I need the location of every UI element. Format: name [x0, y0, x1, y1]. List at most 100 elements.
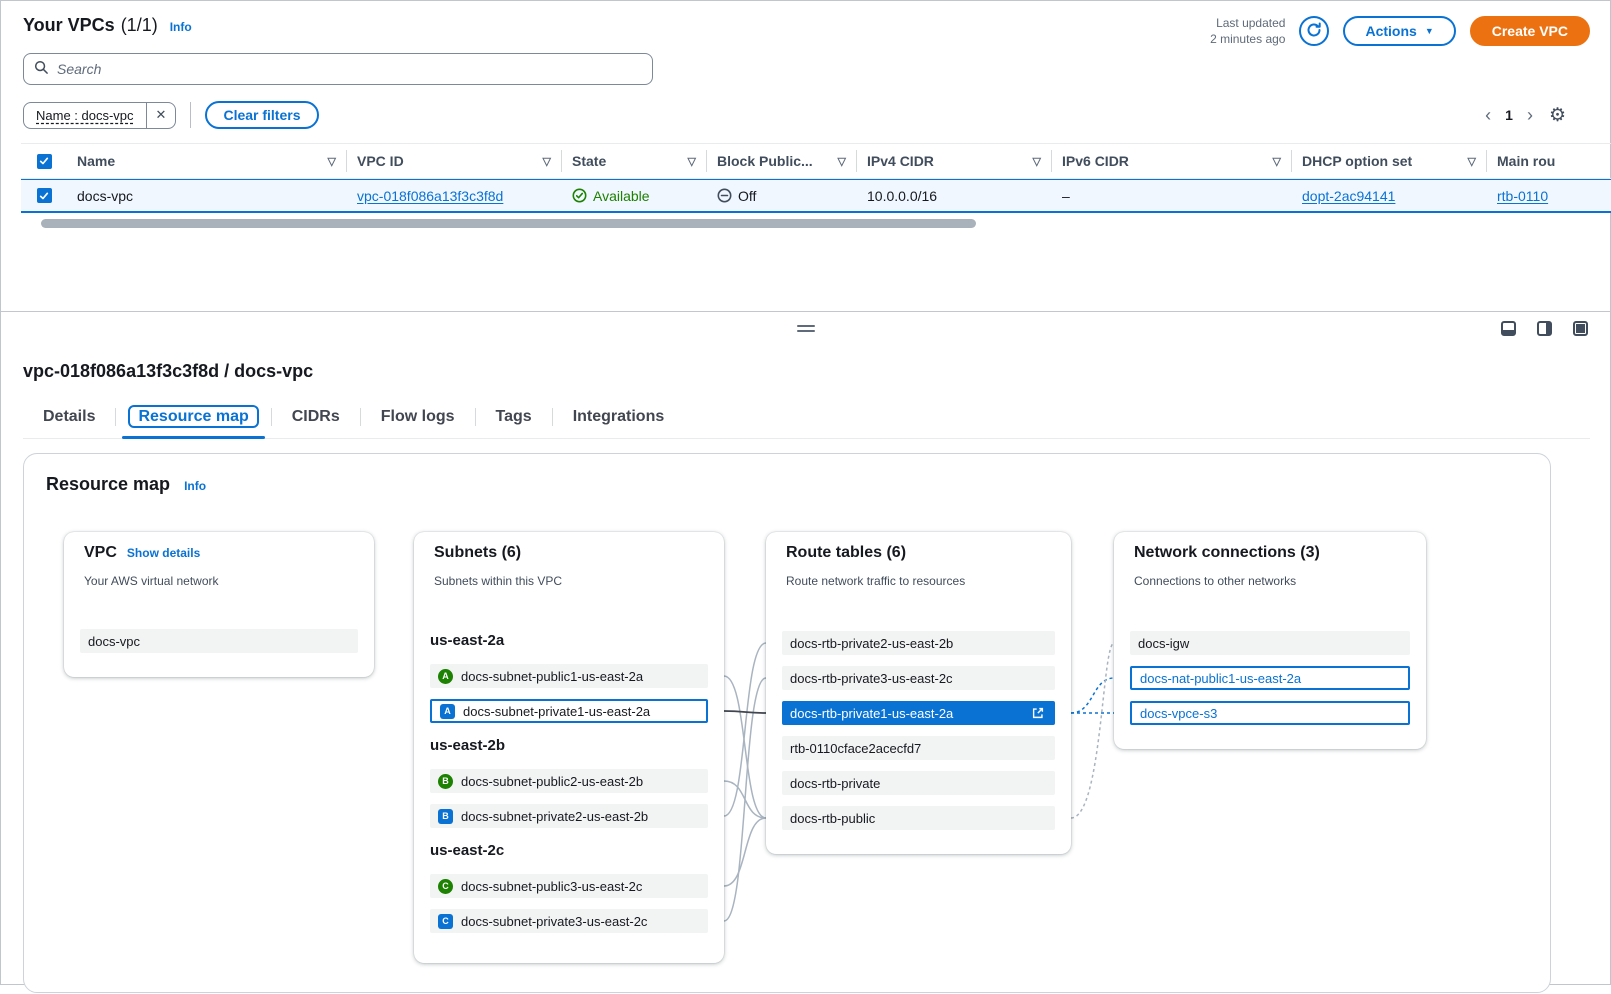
filter-triangle-icon[interactable]: ▽ [328, 155, 336, 168]
page-number[interactable]: 1 [1505, 107, 1513, 123]
column-header-dhcp-option-set[interactable]: DHCP option set▽ [1292, 150, 1487, 172]
subnet-item[interactable]: C docs-subnet-private3-us-east-2c [430, 909, 708, 933]
route-table-item[interactable]: docs-rtb-private [782, 771, 1055, 795]
vpc-console-page: Your VPCs (1/1) Info Last updated 2 minu… [0, 0, 1611, 985]
tab-integrations[interactable]: Integrations [553, 404, 685, 438]
filter-chip-remove-button[interactable]: ✕ [146, 103, 176, 128]
external-link-icon[interactable] [1031, 706, 1047, 720]
subnet-item[interactable]: B docs-subnet-private2-us-east-2b [430, 804, 708, 828]
scrollbar-thumb[interactable] [41, 219, 976, 228]
horizontal-scrollbar [41, 219, 1611, 228]
vpc-item[interactable]: docs-vpc [80, 629, 358, 653]
row-checkbox[interactable] [37, 188, 52, 203]
caret-down-icon: ▼ [1425, 26, 1434, 36]
page-prev-button[interactable]: ‹ [1485, 106, 1491, 124]
column-header-main-route[interactable]: Main rou [1487, 150, 1611, 172]
tab-flow-logs[interactable]: Flow logs [361, 404, 475, 438]
tab-tags[interactable]: Tags [476, 404, 552, 438]
page-next-button[interactable]: › [1527, 106, 1533, 124]
table-utilities: ‹ 1 › ⚙ [1485, 106, 1590, 125]
network-connections-card: Network connections (3) Connections to o… [1114, 532, 1426, 749]
az-header: us-east-2a [430, 632, 504, 649]
vpc-id-link[interactable]: vpc-018f086a13f3c3f8d [357, 188, 503, 204]
gear-icon[interactable]: ⚙ [1549, 106, 1566, 125]
tab-cidrs[interactable]: CIDRs [272, 404, 360, 438]
filter-triangle-icon[interactable]: ▽ [1468, 155, 1476, 168]
column-header-name[interactable]: Name▽ [67, 150, 347, 172]
vpc-list-panel: Your VPCs (1/1) Info Last updated 2 minu… [1, 1, 1610, 311]
layout-fullscreen-icon[interactable] [1573, 321, 1588, 336]
split-drag-handle[interactable] [793, 321, 819, 336]
layout-bottom-panel-icon[interactable] [1501, 321, 1516, 336]
split-divider [1, 311, 1610, 345]
cell-state: Available [562, 188, 707, 204]
cell-name: docs-vpc [67, 188, 347, 204]
private-subnet-badge-icon: A [440, 704, 455, 719]
create-vpc-button[interactable]: Create VPC [1470, 16, 1590, 46]
tab-resource-map[interactable]: Resource map [116, 404, 270, 438]
cell-ipv6-cidr: – [1052, 188, 1292, 204]
subnets-card-title: Subnets (6) [434, 544, 521, 562]
actions-button[interactable]: Actions ▼ [1343, 16, 1455, 46]
info-link[interactable]: Info [170, 20, 192, 34]
list-header: Your VPCs (1/1) Info Last updated 2 minu… [1, 1, 1610, 51]
column-header-ipv6-cidr[interactable]: IPv6 CIDR▽ [1052, 150, 1292, 172]
table-row[interactable]: docs-vpc vpc-018f086a13f3c3f8d Available [21, 179, 1611, 213]
public-subnet-badge-icon: A [438, 669, 453, 684]
filter-triangle-icon[interactable]: ▽ [1033, 155, 1041, 168]
route-table-item-selected[interactable]: docs-rtb-private1-us-east-2a [782, 701, 1055, 725]
filter-triangle-icon[interactable]: ▽ [1273, 155, 1281, 168]
close-icon: ✕ [156, 107, 167, 123]
network-connection-item[interactable]: docs-igw [1130, 631, 1410, 655]
private-subnet-badge-icon: B [438, 809, 453, 824]
resource-map-header: Resource map Info [24, 454, 1550, 495]
refresh-button[interactable] [1299, 16, 1329, 46]
column-header-ipv4-cidr[interactable]: IPv4 CIDR▽ [857, 150, 1052, 172]
private-subnet-badge-icon: C [438, 914, 453, 929]
route-table-item[interactable]: rtb-0110cface2acecfd7 [782, 736, 1055, 760]
resource-map-info-link[interactable]: Info [184, 479, 206, 493]
filter-chip-label[interactable]: Name : docs-vpc [24, 103, 146, 128]
route-tables-card: Route tables (6) Route network traffic t… [766, 532, 1071, 854]
subnet-item[interactable]: C docs-subnet-public3-us-east-2c [430, 874, 708, 898]
route-table-item[interactable]: docs-rtb-private3-us-east-2c [782, 666, 1055, 690]
select-all-checkbox-cell [21, 150, 67, 172]
main-route-table-link[interactable]: rtb-0110 [1497, 188, 1548, 204]
cell-dhcp-option-set: dopt-2ac94141 [1292, 188, 1487, 204]
layout-controls [1501, 321, 1588, 336]
vpc-card: VPC Show details Your AWS virtual networ… [64, 532, 374, 677]
filter-triangle-icon[interactable]: ▽ [543, 155, 551, 168]
select-all-checkbox[interactable] [37, 154, 52, 169]
route-table-item[interactable]: docs-rtb-private2-us-east-2b [782, 631, 1055, 655]
filter-chip: Name : docs-vpc ✕ [23, 102, 176, 129]
block-public-off: Off [717, 188, 756, 204]
network-connections-card-title: Network connections (3) [1134, 544, 1320, 562]
column-header-state[interactable]: State▽ [562, 150, 707, 172]
route-table-item[interactable]: docs-rtb-public [782, 806, 1055, 830]
vpc-card-title: VPC Show details [84, 544, 200, 562]
search-row [1, 51, 1610, 85]
show-details-link[interactable]: Show details [127, 546, 200, 560]
column-header-vpc-id[interactable]: VPC ID▽ [347, 150, 562, 172]
filter-divider [190, 102, 191, 128]
column-header-block-public[interactable]: Block Public...▽ [707, 150, 857, 172]
filter-triangle-icon[interactable]: ▽ [838, 155, 846, 168]
clear-filters-button[interactable]: Clear filters [205, 101, 318, 129]
search-input[interactable] [57, 61, 642, 77]
header-controls: Last updated 2 minutes ago Actions ▼ Cr [1210, 15, 1590, 47]
resource-map-panel: Resource map Info [23, 453, 1551, 993]
filter-triangle-icon[interactable]: ▽ [688, 155, 696, 168]
network-connection-item-highlighted[interactable]: docs-vpce-s3 [1130, 701, 1410, 725]
subnet-item-selected[interactable]: A docs-subnet-private1-us-east-2a [430, 699, 708, 723]
az-header: us-east-2c [430, 842, 504, 859]
dhcp-option-set-link[interactable]: dopt-2ac94141 [1302, 188, 1395, 204]
layout-side-panel-icon[interactable] [1537, 321, 1552, 336]
page-title: Your VPCs [23, 15, 115, 36]
search-box[interactable] [23, 53, 653, 85]
vpc-count: (1/1) [121, 15, 158, 36]
cell-ipv4-cidr: 10.0.0.0/16 [857, 188, 1052, 204]
subnet-item[interactable]: A docs-subnet-public1-us-east-2a [430, 664, 708, 688]
network-connection-item-highlighted[interactable]: docs-nat-public1-us-east-2a [1130, 666, 1410, 690]
tab-details[interactable]: Details [23, 404, 115, 438]
subnet-item[interactable]: B docs-subnet-public2-us-east-2b [430, 769, 708, 793]
